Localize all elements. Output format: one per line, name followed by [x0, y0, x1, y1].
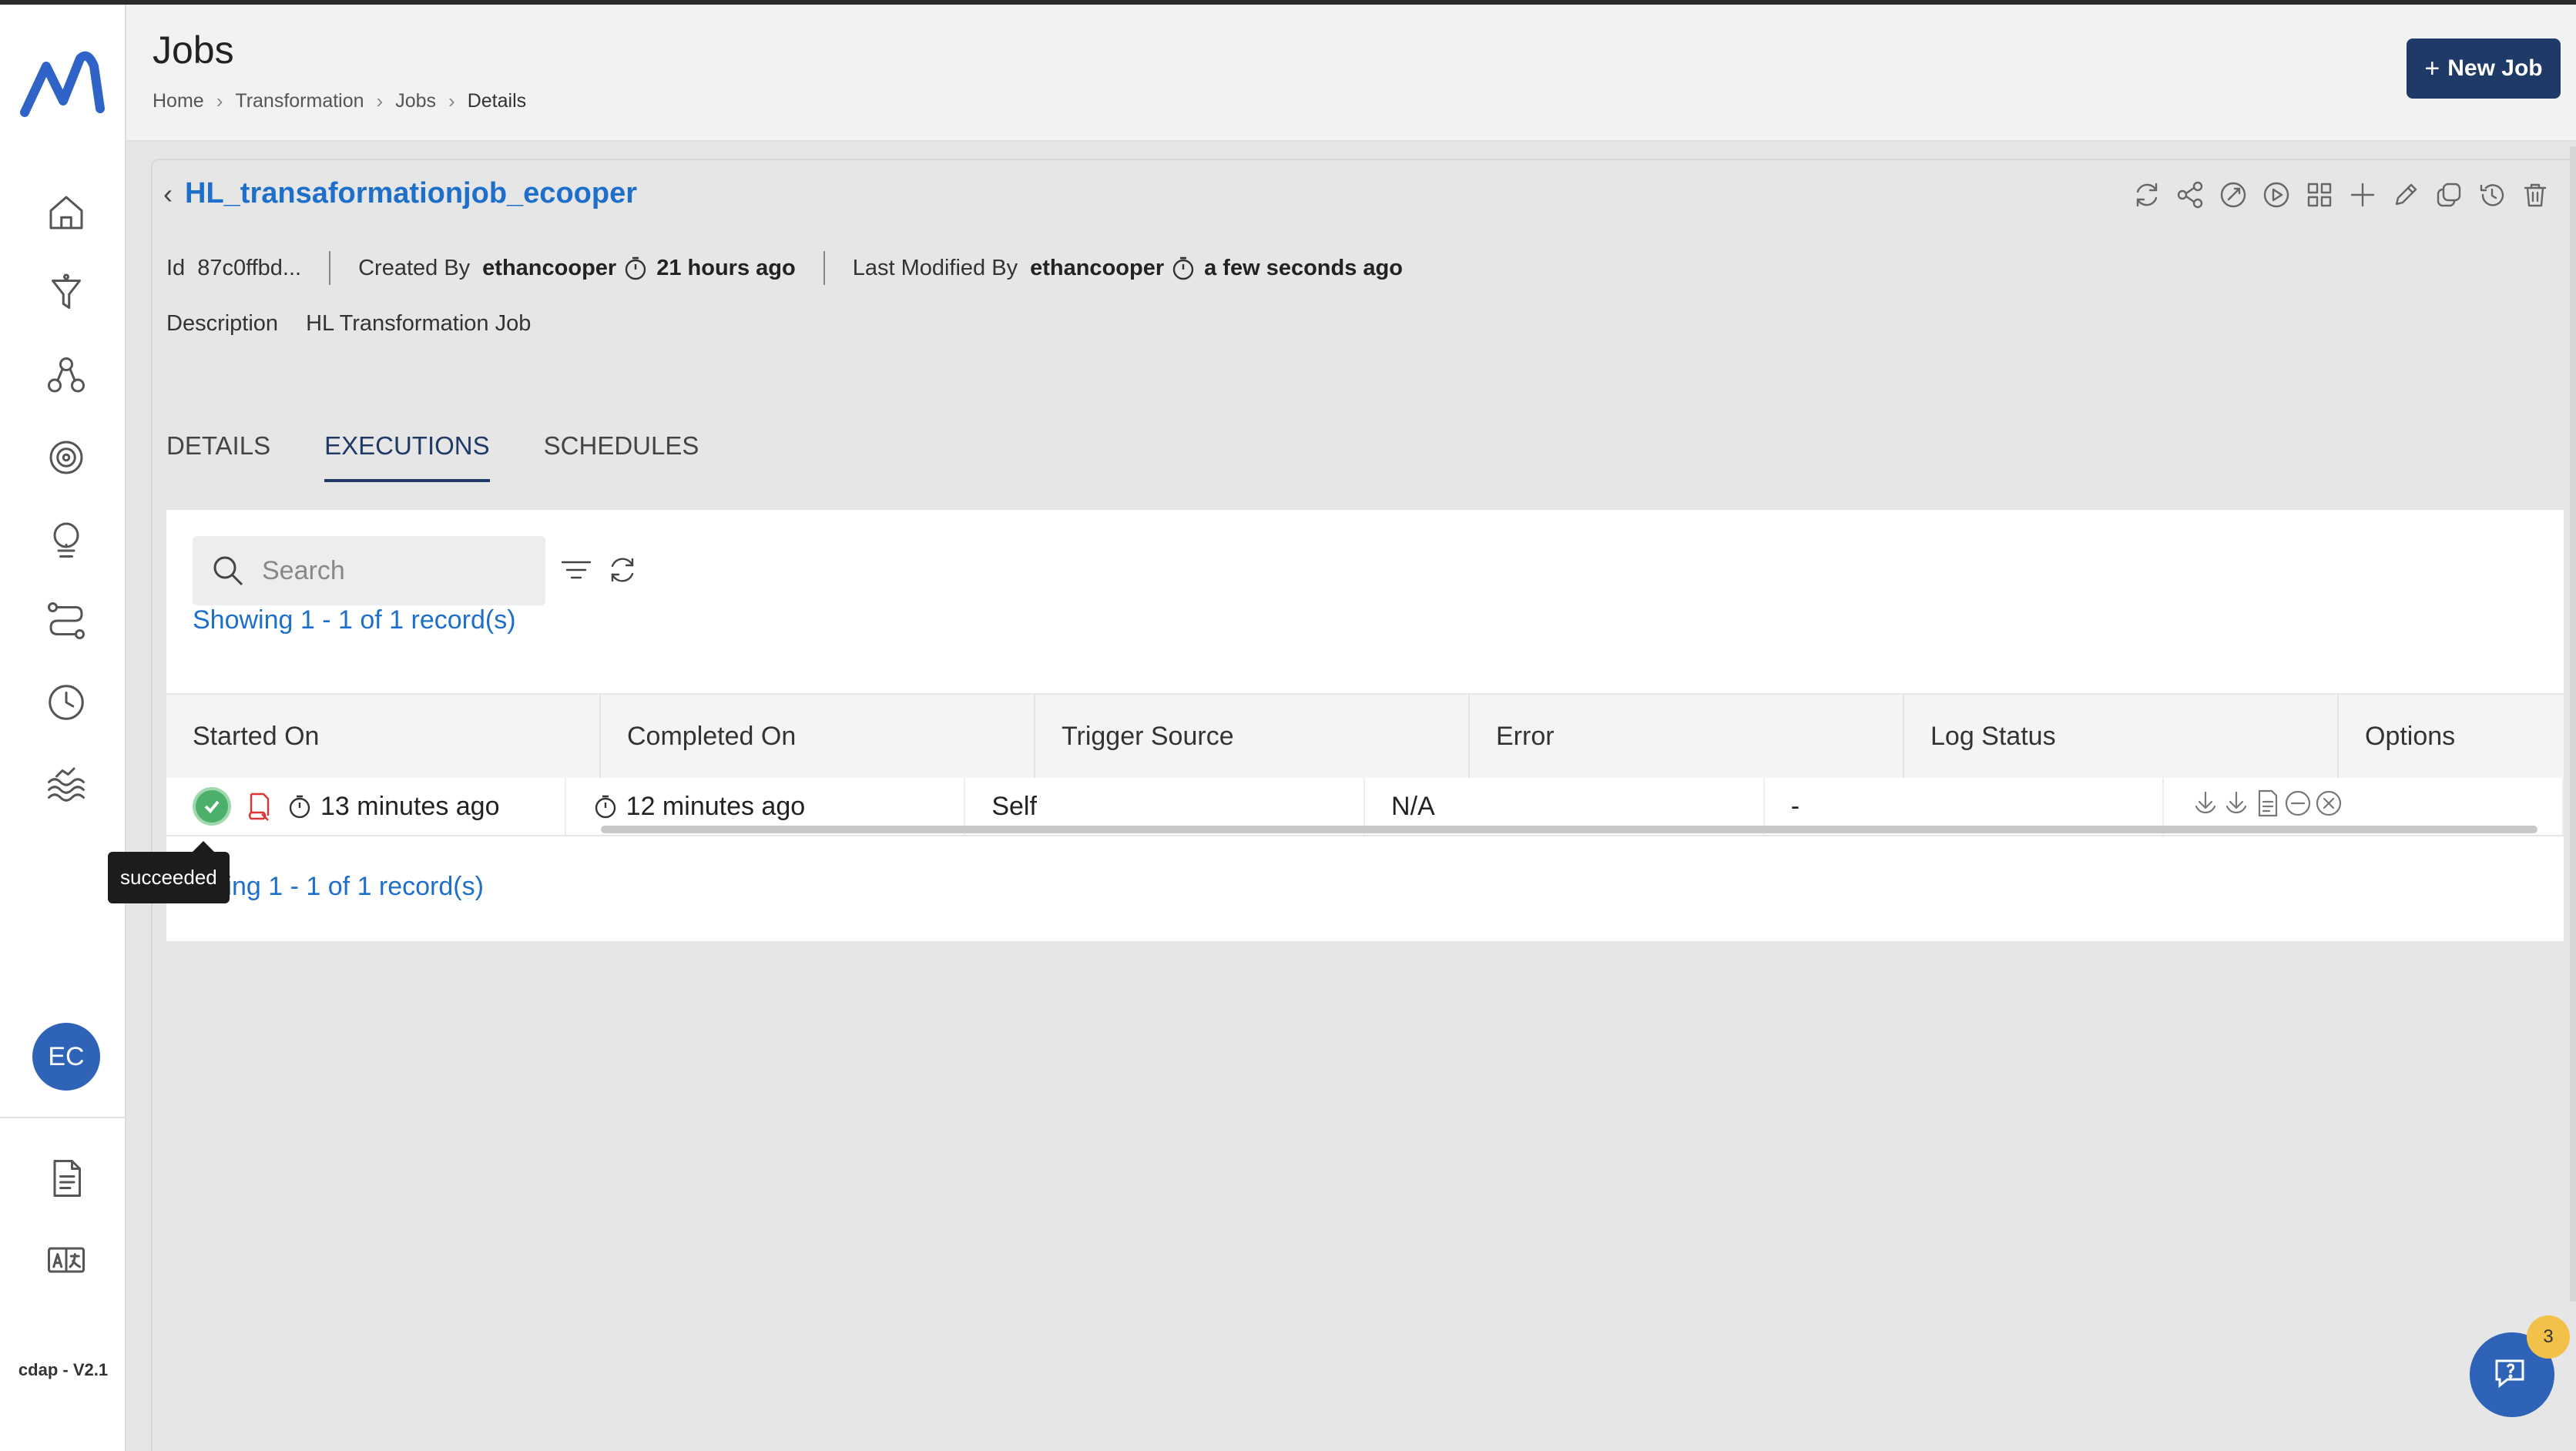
records-count-top: Showing 1 - 1 of 1 record(s) [193, 605, 516, 635]
column-header[interactable]: Trigger Source [1035, 695, 1470, 778]
description-value: HL Transformation Job [306, 311, 532, 336]
modified-by-label: Last Modified By [852, 255, 1018, 280]
cancel-circle-icon[interactable] [2313, 788, 2344, 826]
search-box [193, 536, 545, 605]
table-tools [559, 553, 639, 591]
sidebar: EC cdap - V2.1 [0, 5, 126, 1451]
waves-icon[interactable] [40, 758, 92, 810]
timer-icon [1170, 255, 1196, 281]
share-icon[interactable] [2174, 179, 2206, 211]
timer-icon [287, 793, 313, 819]
success-status-icon[interactable] [193, 787, 231, 826]
description-row: Description HL Transformation Job [166, 311, 531, 337]
run-icon[interactable] [2260, 179, 2293, 211]
table-row: 13 minutes ago 12 minutes ago Self N/A - [166, 778, 2564, 836]
job-meta-row: Id 87c0ffbd... Created By ethancooper 21… [166, 251, 1403, 285]
route-icon[interactable] [40, 595, 92, 647]
chevron-right-icon: › [448, 89, 455, 112]
modified-time: a few seconds ago [1204, 255, 1403, 280]
job-title-row: ‹ HL_transaformationjob_ecooper [163, 177, 637, 210]
vertical-scrollbar[interactable] [2570, 146, 2576, 1302]
funnel-icon[interactable] [40, 268, 92, 320]
tab-details[interactable]: DETAILS [166, 431, 270, 482]
chat-help-icon [2495, 1359, 2524, 1389]
search-input[interactable] [262, 555, 516, 586]
history-icon[interactable] [2476, 179, 2508, 211]
log-file-icon[interactable] [243, 791, 274, 822]
breadcrumb-home[interactable]: Home [153, 90, 204, 112]
notification-badge: 3 [2527, 1315, 2570, 1359]
delete-icon[interactable] [2519, 179, 2551, 211]
job-action-toolbar [2131, 179, 2551, 211]
edit-icon[interactable] [2390, 179, 2422, 211]
created-time: 21 hours ago [656, 255, 796, 280]
tab-schedules[interactable]: SCHEDULES [544, 431, 699, 482]
download-icon[interactable] [2221, 788, 2252, 826]
new-job-button[interactable]: + New Job [2407, 39, 2561, 99]
sidebar-divider [0, 1117, 126, 1118]
tab-executions[interactable]: EXECUTIONS [324, 431, 490, 482]
column-header[interactable]: Error [1470, 695, 1904, 778]
modified-by-user: ethancooper [1030, 255, 1165, 280]
copy-icon[interactable] [2433, 179, 2465, 211]
app-logo[interactable] [17, 43, 109, 128]
clock-icon[interactable] [40, 676, 92, 729]
table-header: Started On Completed On Trigger Source E… [166, 693, 2564, 778]
back-chevron-icon[interactable]: ‹ [163, 178, 173, 210]
home-icon[interactable] [40, 186, 92, 239]
horizontal-scrollbar[interactable] [601, 826, 2537, 833]
document-icon[interactable] [2252, 788, 2283, 826]
chevron-right-icon: › [376, 89, 384, 112]
created-by-user: ethancooper [482, 255, 617, 280]
job-details-card: ‹ HL_transaformationjob_ecooper Id 87c0f… [151, 159, 2576, 1451]
bulb-icon[interactable] [40, 513, 92, 565]
records-count-bottom: owing 1 - 1 of 1 record(s) [193, 872, 484, 901]
app-version: cdap - V2.1 [18, 1360, 109, 1379]
add-icon[interactable] [2346, 179, 2379, 211]
breadcrumb-details: Details [467, 90, 527, 112]
grid-icon[interactable] [2303, 179, 2336, 211]
document-icon[interactable] [40, 1152, 92, 1205]
target-icon[interactable] [40, 431, 92, 484]
translate-icon[interactable] [40, 1234, 92, 1286]
filter-icon[interactable] [559, 553, 593, 591]
plus-icon: + [2424, 53, 2440, 83]
executions-panel: Showing 1 - 1 of 1 record(s) Started On … [166, 510, 2564, 941]
completed-on-value: 12 minutes ago [626, 791, 806, 821]
breadcrumb-transformation[interactable]: Transformation [235, 90, 364, 112]
network-icon[interactable] [40, 350, 92, 402]
chevron-right-icon: › [216, 89, 223, 112]
column-header[interactable]: Started On [166, 695, 601, 778]
breadcrumb: Home › Transformation › Jobs › Details [153, 89, 526, 113]
timer-icon [622, 255, 649, 281]
user-avatar[interactable]: EC [32, 1023, 100, 1091]
search-icon [213, 556, 243, 586]
meta-divider [823, 251, 825, 285]
column-header[interactable]: Log Status [1904, 695, 2339, 778]
executions-table: Started On Completed On Trigger Source E… [166, 693, 2564, 836]
new-job-label: New Job [2447, 55, 2543, 81]
id-label: Id [166, 255, 186, 280]
download-icon[interactable] [2190, 788, 2221, 826]
timer-icon [592, 793, 619, 819]
column-header: Options [2365, 721, 2456, 751]
page-header: Jobs Home › Transformation › Jobs › Deta… [126, 5, 2576, 142]
status-tooltip: succeeded [108, 841, 230, 903]
breadcrumb-jobs[interactable]: Jobs [395, 90, 436, 112]
publish-icon[interactable] [2217, 179, 2249, 211]
refresh-icon[interactable] [605, 553, 639, 591]
cell-started-on: 13 minutes ago [166, 778, 566, 835]
created-by-label: Created By [358, 255, 471, 280]
column-header[interactable]: Completed On [601, 695, 1035, 778]
description-label: Description [166, 311, 279, 336]
started-on-value: 13 minutes ago [320, 791, 500, 821]
id-value: 87c0ffbd... [197, 255, 302, 280]
job-name: HL_transaformationjob_ecooper [185, 177, 637, 209]
page-title: Jobs [153, 28, 234, 72]
meta-divider [329, 251, 331, 285]
tab-bar: DETAILS EXECUTIONS SCHEDULES [166, 431, 699, 482]
refresh-icon[interactable] [2131, 179, 2163, 211]
minus-circle-icon[interactable] [2283, 788, 2313, 826]
